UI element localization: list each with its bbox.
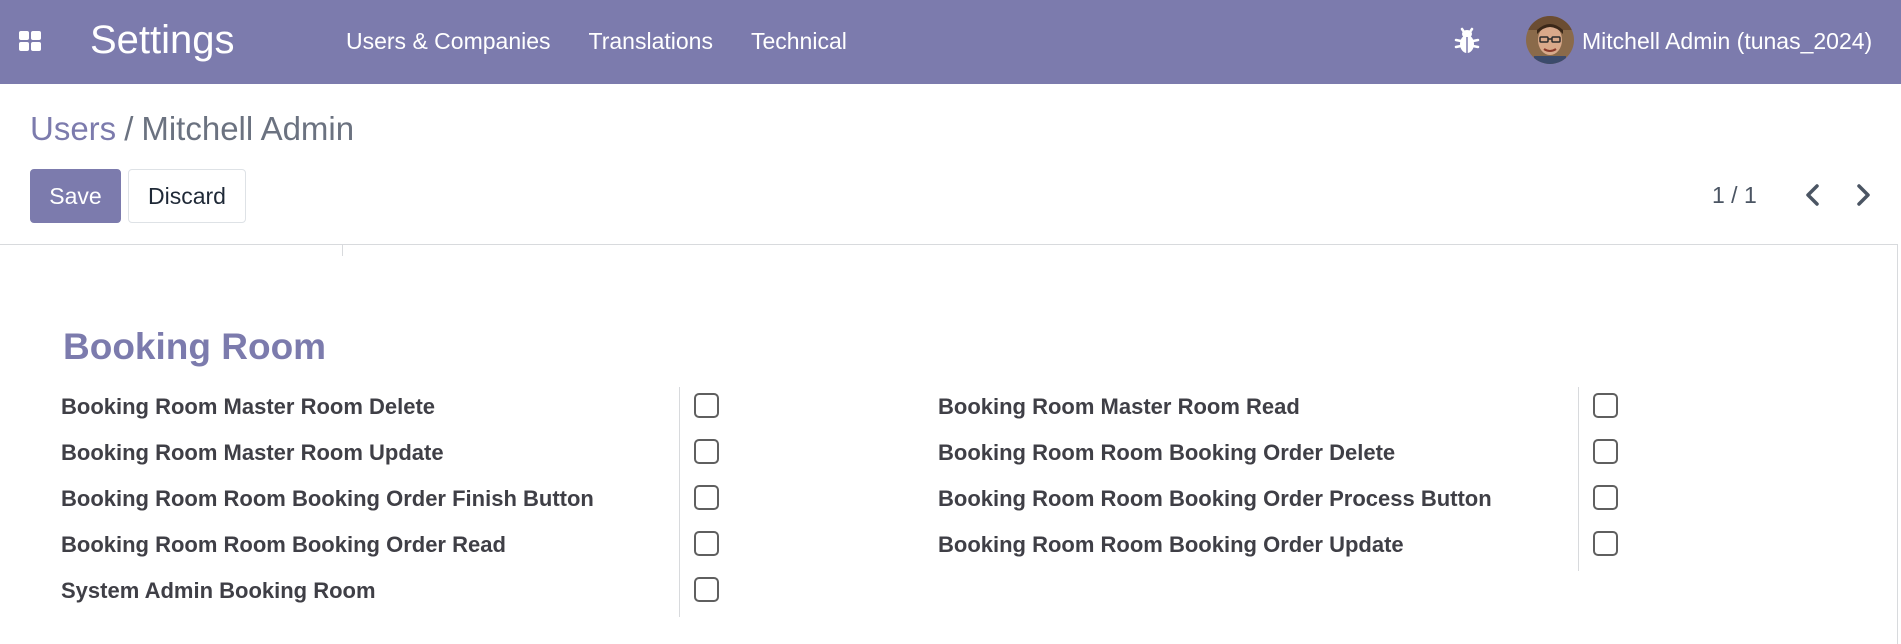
field-checkbox[interactable] bbox=[1593, 531, 1618, 556]
right-column-divider bbox=[1578, 387, 1579, 571]
save-button[interactable]: Save bbox=[30, 169, 121, 223]
breadcrumb-current: Mitchell Admin bbox=[141, 110, 355, 147]
field-checkbox[interactable] bbox=[1593, 485, 1618, 510]
discard-button[interactable]: Discard bbox=[128, 169, 246, 223]
notebook-tab-edge bbox=[342, 244, 343, 256]
field-label: Booking Room Master Room Update bbox=[61, 440, 444, 465]
field-checkbox[interactable] bbox=[1593, 439, 1618, 464]
bug-icon[interactable] bbox=[1454, 27, 1480, 55]
field-checkbox[interactable] bbox=[694, 577, 719, 602]
field-checkbox[interactable] bbox=[694, 393, 719, 418]
main-menu: Users & Companies Translations Technical bbox=[346, 28, 847, 55]
breadcrumb: Users / Mitchell Admin bbox=[30, 110, 354, 148]
chevron-left-icon[interactable] bbox=[1802, 181, 1824, 209]
field-checkbox[interactable] bbox=[694, 485, 719, 510]
app-title[interactable]: Settings bbox=[90, 18, 235, 63]
field-checkbox[interactable] bbox=[694, 531, 719, 556]
menu-users-companies[interactable]: Users & Companies bbox=[346, 28, 551, 55]
pager-value[interactable]: 1 / 1 bbox=[1712, 182, 1757, 209]
field-label: Booking Room Master Room Read bbox=[938, 394, 1300, 419]
field-label: Booking Room Room Booking Order Read bbox=[61, 532, 506, 557]
breadcrumb-users-link[interactable]: Users bbox=[30, 110, 116, 147]
field-checkbox[interactable] bbox=[694, 439, 719, 464]
field-label: Booking Room Room Booking Order Update bbox=[938, 532, 1404, 557]
field-label: Booking Room Room Booking Order Process … bbox=[938, 486, 1492, 511]
field-label: System Admin Booking Room bbox=[61, 578, 376, 603]
user-avatar[interactable] bbox=[1526, 16, 1574, 64]
field-label: Booking Room Master Room Delete bbox=[61, 394, 436, 419]
breadcrumb-separator: / bbox=[124, 110, 134, 147]
field-checkbox[interactable] bbox=[1593, 393, 1618, 418]
top-navbar: Settings Users & Companies Translations … bbox=[0, 0, 1901, 84]
section-title: Booking Room bbox=[63, 326, 327, 367]
user-menu-name[interactable]: Mitchell Admin (tunas_2024) bbox=[1582, 28, 1872, 55]
field-label: Booking Room Room Booking Order Delete bbox=[938, 440, 1396, 465]
field-label: Booking Room Room Booking Order Finish B… bbox=[61, 486, 594, 511]
menu-translations[interactable]: Translations bbox=[589, 28, 713, 55]
left-column-divider bbox=[679, 387, 680, 617]
apps-grid-icon[interactable] bbox=[19, 31, 41, 51]
menu-technical[interactable]: Technical bbox=[751, 28, 847, 55]
chevron-right-icon[interactable] bbox=[1852, 181, 1874, 209]
